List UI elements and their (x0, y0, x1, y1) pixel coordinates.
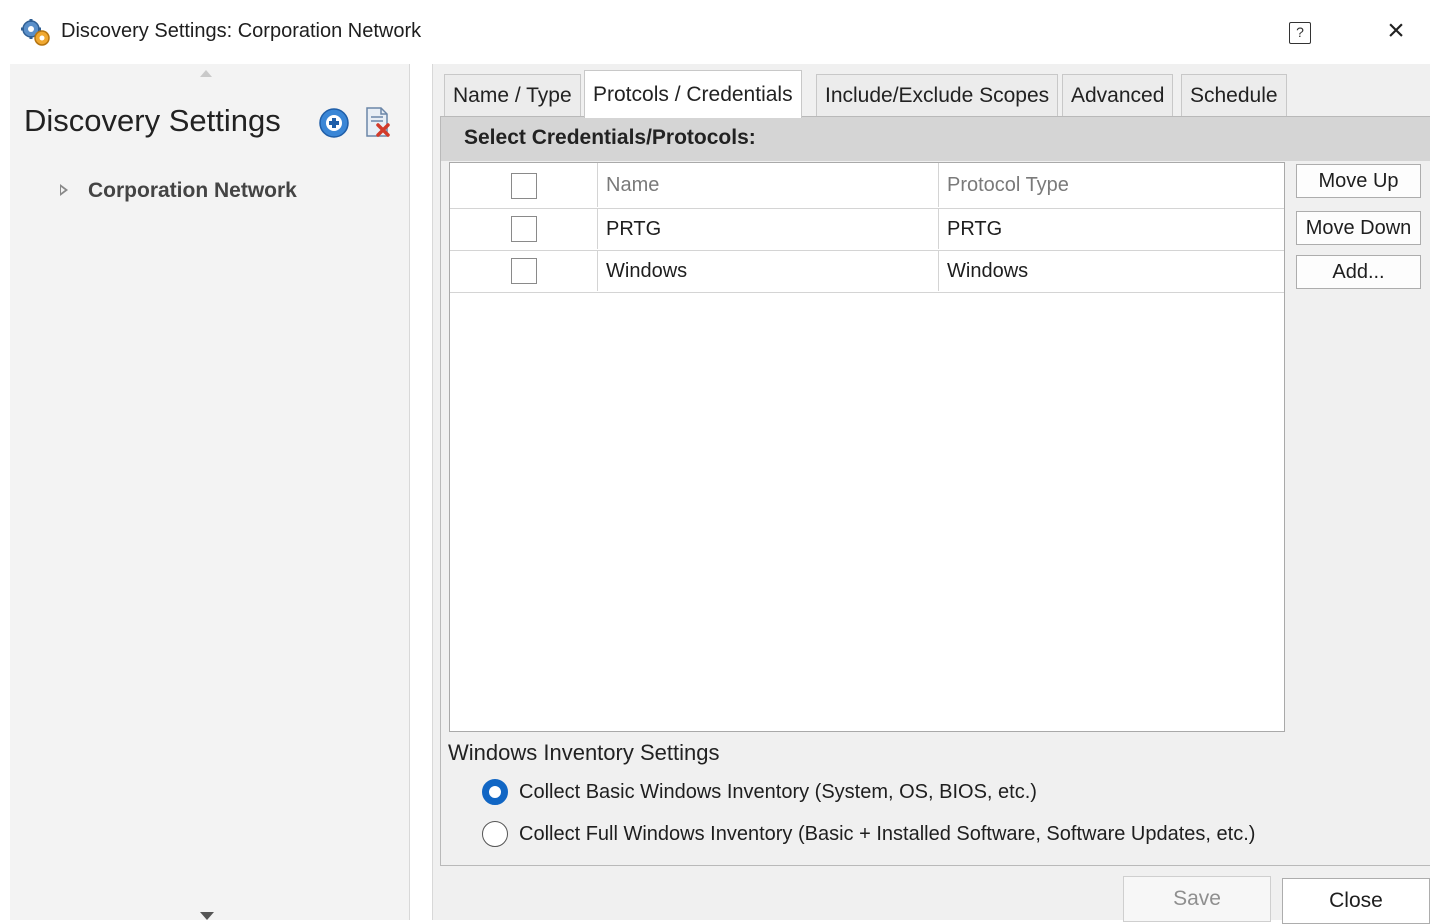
table-row[interactable]: Windows Windows (450, 250, 1284, 293)
row-checkbox[interactable] (511, 216, 537, 242)
tab-advanced[interactable]: Advanced (1062, 74, 1174, 116)
radio-button[interactable] (482, 821, 508, 847)
group-title: Select Credentials/Protocols: (464, 126, 756, 149)
sidebar-heading: Discovery Settings (24, 103, 281, 138)
inventory-settings-heading: Windows Inventory Settings (448, 740, 720, 765)
protocol-cell: Windows (947, 260, 1029, 282)
select-all-checkbox[interactable] (511, 173, 537, 199)
tab-name-type[interactable]: Name / Type (444, 74, 581, 116)
row-checkbox[interactable] (511, 258, 537, 284)
tree-item-corporation-network[interactable]: Corporation Network (88, 179, 297, 203)
move-down-button[interactable]: Move Down (1296, 211, 1421, 245)
radio-label[interactable]: Collect Basic Windows Inventory (System,… (519, 777, 1037, 807)
tab-protocols-credentials[interactable]: Protcols / Credentials (584, 70, 802, 118)
gears-app-icon (20, 18, 52, 48)
column-header-name[interactable]: Name (598, 163, 939, 207)
radio-button[interactable] (482, 779, 508, 805)
help-button[interactable]: ? (1289, 22, 1311, 44)
scroll-up-arrow-icon[interactable] (200, 70, 212, 77)
row-select-cell (450, 208, 598, 249)
save-button[interactable]: Save (1123, 876, 1271, 922)
row-select-cell (450, 250, 598, 291)
grid-header-row: Name Protocol Type (450, 163, 1284, 209)
name-cell: Windows (598, 250, 939, 291)
tab-include-exclude-scopes[interactable]: Include/Exclude Scopes (816, 74, 1059, 116)
name-cell: PRTG (598, 208, 939, 249)
window-close-button[interactable]: × (1380, 16, 1412, 48)
tab-schedule[interactable]: Schedule (1181, 74, 1287, 116)
move-up-button[interactable]: Move Up (1296, 164, 1421, 198)
table-row[interactable]: PRTG PRTG (450, 208, 1284, 251)
add-circle-icon[interactable] (318, 107, 350, 139)
column-header-protocol-type[interactable]: Protocol Type (939, 163, 1284, 207)
scroll-down-arrow-icon[interactable] (200, 912, 214, 920)
select-all-cell (450, 163, 598, 207)
expand-arrow-inner (61, 187, 65, 193)
window-title: Discovery Settings: Corporation Network (61, 20, 422, 42)
radio-label[interactable]: Collect Full Windows Inventory (Basic + … (519, 819, 1255, 849)
add-credential-button[interactable]: Add... (1296, 255, 1421, 289)
close-button[interactable]: Close (1282, 878, 1430, 924)
delete-document-icon[interactable] (364, 105, 392, 139)
protocol-cell: PRTG (947, 218, 1003, 240)
